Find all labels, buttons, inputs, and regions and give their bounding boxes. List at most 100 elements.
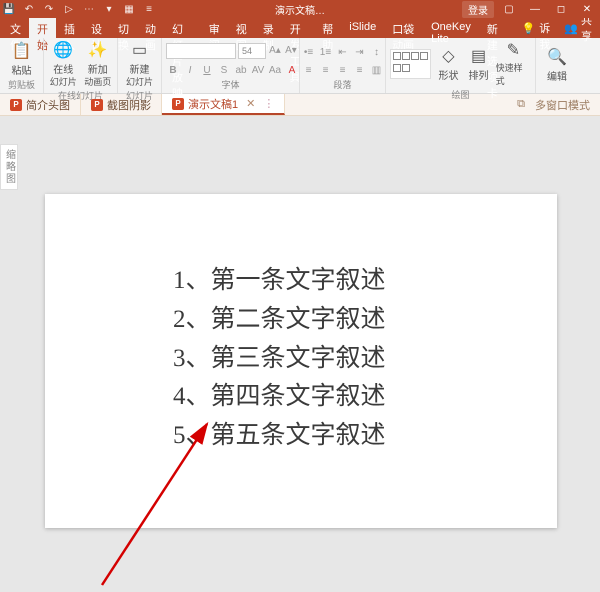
align-center-icon[interactable]: ≡ (319, 63, 333, 77)
underline-icon[interactable]: U (200, 63, 214, 77)
tab-view[interactable]: 视图 (228, 18, 255, 38)
new-animation-page-button[interactable]: ✨ 新加 动画页 (83, 40, 114, 88)
indent-dec-icon[interactable]: ⇤ (336, 45, 350, 59)
tab-help[interactable]: 帮助 (314, 18, 341, 38)
font-name-combo[interactable] (166, 43, 236, 59)
tab-onekey-lite[interactable]: OneKey Lite (423, 18, 479, 38)
doc-tab-3[interactable]: 演示文稿1 ✕ ⋮ (162, 94, 285, 115)
online-slides-button[interactable]: 🌐 在线 幻灯片 (48, 40, 79, 88)
quick-access-toolbar: 💾 ↶ ↷ ▷ ⋯ ▾ ▦ ≡ (2, 2, 156, 16)
editing-button[interactable]: 🔍 编辑 (540, 47, 574, 83)
list-item: 1、第一条文字叙述 (173, 262, 386, 301)
ribbon-tabs: 文件 开始 插入 设计 切换 动画 幻灯片放映 审阅 视图 录制 开发工具 帮助… (0, 18, 600, 38)
strike-icon[interactable]: S (217, 63, 231, 77)
shapes-icon: ◇ (438, 46, 458, 66)
qat-list-icon[interactable]: ≡ (142, 2, 156, 16)
close-tab-icon[interactable]: ✕ (246, 97, 255, 110)
list-item: 5、第五条文字叙述 (173, 417, 386, 456)
font-color-icon[interactable]: A (285, 63, 299, 77)
tab-developer[interactable]: 开发工具 (282, 18, 315, 38)
tab-slideshow[interactable]: 幻灯片放映 (164, 18, 201, 38)
shapes-gallery[interactable] (390, 49, 431, 79)
tab-design[interactable]: 设计 (83, 18, 110, 38)
paste-button[interactable]: 📋 粘贴 (5, 41, 39, 77)
ppt-file-icon (91, 99, 103, 111)
doc-tab-2[interactable]: 截图阴影 (81, 94, 162, 115)
start-slideshow-icon[interactable]: ▷ (62, 2, 76, 16)
group-drawing: ◇ 形状 ▤ 排列 ✎ 快速样式 绘图 (386, 38, 536, 93)
tab-pocket-animation[interactable]: 口袋动画 PA (384, 18, 423, 38)
indent-inc-icon[interactable]: ⇥ (353, 45, 367, 59)
login-button[interactable]: 登录 (462, 1, 494, 18)
qat-grid-icon[interactable]: ▦ (122, 2, 136, 16)
undo-icon[interactable]: ↶ (22, 2, 36, 16)
group-clipboard: 📋 粘贴 剪贴板 (0, 38, 44, 93)
tab-islide[interactable]: iSlide (341, 18, 384, 38)
tab-file[interactable]: 文件 (2, 18, 29, 38)
align-left-icon[interactable]: ≡ (302, 63, 316, 77)
font-size-combo[interactable]: 54 (238, 43, 266, 59)
editor-canvas: 缩略图 1、第一条文字叙述 2、第二条文字叙述 3、第三条文字叙述 4、第四条文… (0, 116, 600, 592)
maximize-icon[interactable]: ◻ (550, 4, 572, 15)
bold-icon[interactable]: B (166, 63, 180, 77)
decrease-font-icon[interactable]: A▾ (284, 43, 298, 57)
slide-text-content[interactable]: 1、第一条文字叙述 2、第二条文字叙述 3、第三条文字叙述 4、第四条文字叙述 … (173, 262, 386, 456)
italic-icon[interactable]: I (183, 63, 197, 77)
tab-menu-icon[interactable]: ⋮ (263, 97, 274, 110)
window-title: 演示文稿… (275, 2, 325, 17)
qat-dropdown-icon[interactable]: ▾ (102, 2, 116, 16)
lightbulb-icon: 💡 (522, 22, 536, 35)
minimize-icon[interactable]: — (524, 4, 546, 15)
tab-new-tab[interactable]: 新建选项卡 (479, 18, 516, 38)
new-slide-icon: ▭ (130, 40, 150, 60)
doc-tab-1[interactable]: 简介头图 (0, 94, 81, 115)
tab-insert[interactable]: 插入 (56, 18, 83, 38)
title-bar: 💾 ↶ ↷ ▷ ⋯ ▾ ▦ ≡ 演示文稿… 登录 ▢ — ◻ ✕ (0, 0, 600, 18)
redo-icon[interactable]: ↷ (42, 2, 56, 16)
multi-window-label[interactable]: 多窗口模式 (535, 97, 590, 113)
case-icon[interactable]: Aa (268, 63, 282, 77)
group-slides: ▭ 新建 幻灯片 幻灯片 (118, 38, 162, 93)
tab-home[interactable]: 开始 (29, 18, 56, 38)
arrange-icon: ▤ (469, 46, 489, 66)
numbering-icon[interactable]: 1≡ (319, 45, 333, 59)
quick-styles-button[interactable]: ✎ 快速样式 (496, 40, 531, 87)
tab-review[interactable]: 审阅 (201, 18, 228, 38)
doc-tab-3-label: 演示文稿1 (188, 96, 238, 112)
line-spacing-icon[interactable]: ↕ (370, 45, 384, 59)
justify-icon[interactable]: ≡ (353, 63, 367, 77)
tab-animations[interactable]: 动画 (137, 18, 164, 38)
new-slide-button[interactable]: ▭ 新建 幻灯片 (123, 40, 157, 88)
bullets-icon[interactable]: •≡ (302, 45, 316, 59)
increase-font-icon[interactable]: A▴ (268, 43, 282, 57)
ribbon-display-options-icon[interactable]: ▢ (498, 4, 520, 15)
group-paragraph-label: 段落 (304, 77, 381, 93)
slide[interactable]: 1、第一条文字叙述 2、第二条文字叙述 3、第三条文字叙述 4、第四条文字叙述 … (45, 194, 557, 528)
align-right-icon[interactable]: ≡ (336, 63, 350, 77)
tell-me-search[interactable]: 💡 告诉我 (516, 18, 557, 38)
tab-transitions[interactable]: 切换 (110, 18, 137, 38)
clipboard-icon: 📋 (12, 41, 32, 61)
arrange-button[interactable]: ▤ 排列 (466, 46, 492, 82)
list-item: 4、第四条文字叙述 (173, 378, 386, 417)
find-icon: 🔍 (547, 47, 567, 67)
close-icon[interactable]: ✕ (576, 4, 598, 15)
multi-window-icon[interactable]: ⧉ (517, 98, 525, 111)
sparkle-icon: ✨ (88, 40, 108, 60)
spacing-icon[interactable]: AV (251, 63, 265, 77)
group-paragraph: •≡ 1≡ ⇤ ⇥ ↕ ≡ ≡ ≡ ≡ ▥ 段落 (300, 38, 386, 93)
group-drawing-label: 绘图 (390, 87, 531, 103)
columns-icon[interactable]: ▥ (370, 63, 384, 77)
list-item: 3、第三条文字叙述 (173, 340, 386, 379)
group-online-slides: 🌐 在线 幻灯片 ✨ 新加 动画页 在线幻灯片 (44, 38, 118, 93)
qat-more-icon[interactable]: ⋯ (82, 2, 96, 16)
share-button[interactable]: 👥 共享 (556, 18, 600, 38)
shapes-button[interactable]: ◇ 形状 (435, 46, 461, 82)
save-icon[interactable]: 💾 (2, 2, 16, 16)
paste-label: 粘贴 (12, 62, 32, 77)
shadow-icon[interactable]: ab (234, 63, 248, 77)
doc-tab-1-label: 简介头图 (26, 97, 70, 113)
tab-record[interactable]: 录制 (255, 18, 282, 38)
thumbnails-panel-toggle[interactable]: 缩略图 (0, 144, 18, 190)
group-font: 54 A▴ A▾ B I U S ab AV Aa A 字体 (162, 38, 300, 93)
